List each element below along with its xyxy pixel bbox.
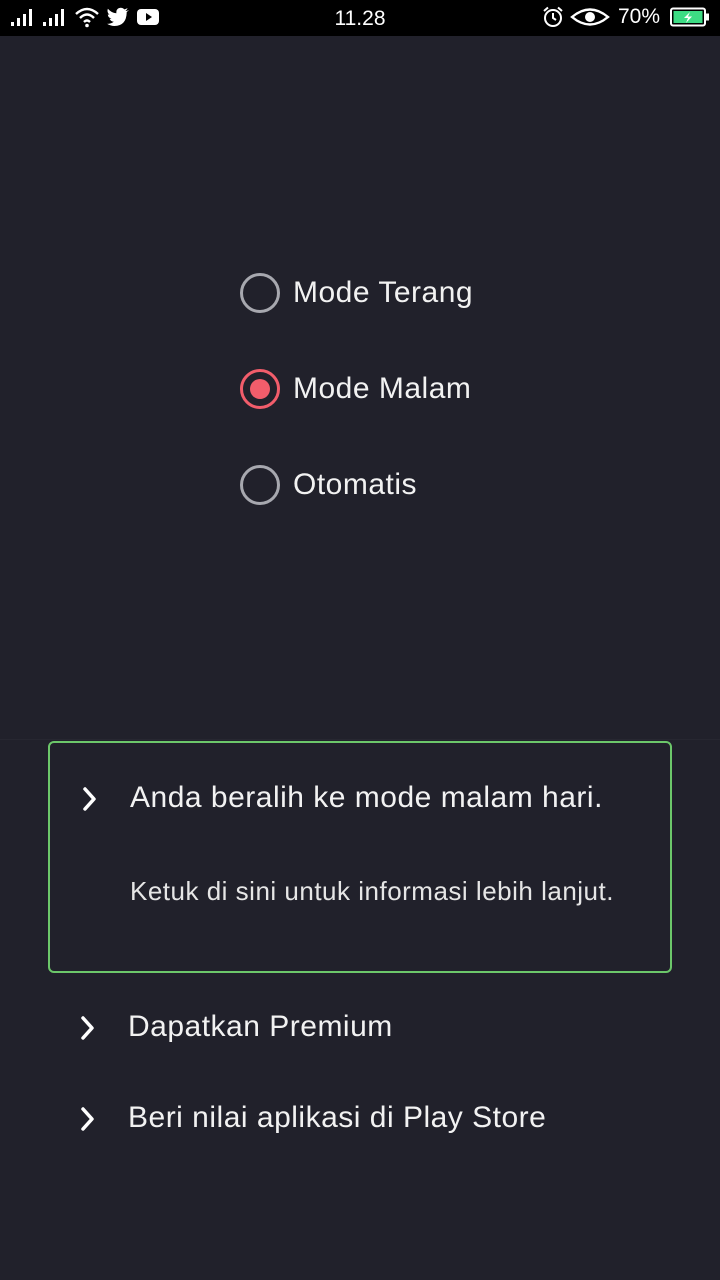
chevron-right-icon [80, 785, 100, 818]
battery-percent: 70% [617, 5, 660, 28]
rate-app-item[interactable]: Beri nilai aplikasi di Play Store [48, 1089, 672, 1149]
status-right-icons: 70% [542, 5, 710, 29]
radio-otomatis[interactable]: Otomatis [240, 462, 660, 508]
theme-radio-group: Mode Terang Mode Malam Otomatis [240, 270, 660, 558]
radio-label: Otomatis [293, 468, 418, 501]
chevron-right-icon [78, 1014, 98, 1047]
radio-checked-icon[interactable] [240, 369, 280, 409]
rate-app-label: Beri nilai aplikasi di Play Store [128, 1101, 547, 1134]
battery-icon [670, 7, 710, 27]
get-premium-item[interactable]: Dapatkan Premium [48, 998, 672, 1058]
radio-label: Mode Malam [293, 372, 472, 405]
radio-label: Mode Terang [293, 276, 474, 309]
night-mode-info-card[interactable]: Anda beralih ke mode malam hari. Ketuk d… [48, 741, 672, 973]
info-card-title: Anda beralih ke mode malam hari. [130, 781, 603, 814]
status-bar: 11.28 70% [0, 0, 720, 36]
radio-unchecked-icon[interactable] [240, 273, 280, 313]
get-premium-label: Dapatkan Premium [128, 1010, 393, 1043]
radio-mode-terang[interactable]: Mode Terang [240, 270, 660, 316]
section-divider [0, 739, 720, 740]
radio-unchecked-icon[interactable] [240, 465, 280, 505]
chevron-right-icon [78, 1105, 98, 1138]
info-card-subtitle: Ketuk di sini untuk informasi lebih lanj… [130, 876, 614, 906]
eye-icon [570, 6, 610, 28]
radio-mode-malam[interactable]: Mode Malam [240, 366, 660, 412]
alarm-icon [542, 6, 564, 28]
